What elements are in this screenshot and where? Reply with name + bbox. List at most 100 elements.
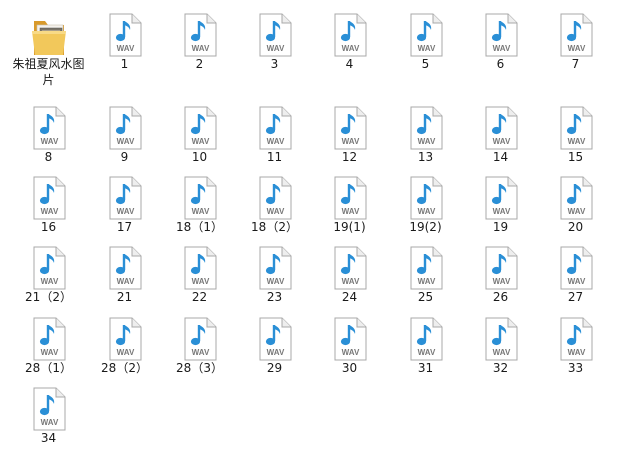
wav-audio-file-icon: WAV <box>556 11 596 59</box>
wav-badge: WAV <box>417 207 435 216</box>
file-item[interactable]: WAV 24 <box>312 238 387 310</box>
wav-audio-file-icon: WAV <box>180 315 220 363</box>
file-item[interactable]: WAV 25 <box>388 238 463 310</box>
file-label: 21（2） <box>25 290 72 304</box>
wav-badge: WAV <box>191 348 209 357</box>
file-label: 5 <box>421 57 430 71</box>
wav-audio-file-icon: WAV <box>105 11 145 59</box>
wav-badge: WAV <box>341 277 359 286</box>
file-item[interactable]: WAV 28（2） <box>87 309 162 381</box>
file-item[interactable]: WAV 32 <box>463 309 538 381</box>
file-item[interactable]: WAV 18（2） <box>237 168 312 240</box>
file-item[interactable]: WAV 33 <box>538 309 613 381</box>
wav-badge: WAV <box>40 277 58 286</box>
file-label: 28（2） <box>101 361 148 375</box>
file-item[interactable]: WAV 12 <box>312 98 387 170</box>
file-item[interactable]: WAV 21（2） <box>11 238 86 310</box>
file-item[interactable]: WAV 22 <box>162 238 237 310</box>
file-item[interactable]: WAV 30 <box>312 309 387 381</box>
folder-label: 朱祖夏风水图片 <box>12 57 85 87</box>
wav-audio-file-icon: WAV <box>406 104 446 152</box>
file-item[interactable]: WAV 28（1） <box>11 309 86 381</box>
file-item[interactable]: WAV 19(1) <box>312 168 387 240</box>
wav-badge: WAV <box>417 277 435 286</box>
file-item[interactable]: WAV 8 <box>11 98 86 170</box>
wav-badge: WAV <box>567 348 585 357</box>
file-label: 3 <box>270 57 279 71</box>
wav-audio-file-icon: WAV <box>29 315 69 363</box>
wav-badge: WAV <box>492 348 510 357</box>
wav-badge: WAV <box>116 207 134 216</box>
wav-audio-file-icon: WAV <box>556 244 596 292</box>
wav-badge: WAV <box>266 277 284 286</box>
wav-audio-file-icon: WAV <box>406 11 446 59</box>
file-item[interactable]: WAV 1 <box>87 5 162 77</box>
wav-badge: WAV <box>266 207 284 216</box>
file-item[interactable]: WAV 19 <box>463 168 538 240</box>
wav-audio-file-icon: WAV <box>481 174 521 222</box>
file-label: 33 <box>567 361 584 375</box>
folder-icon <box>29 11 69 59</box>
wav-audio-file-icon: WAV <box>255 104 295 152</box>
wav-audio-file-icon: WAV <box>330 174 370 222</box>
file-item[interactable]: WAV 3 <box>237 5 312 77</box>
file-item[interactable]: WAV 21 <box>87 238 162 310</box>
file-item[interactable]: WAV 2 <box>162 5 237 77</box>
wav-audio-file-icon: WAV <box>330 11 370 59</box>
file-item[interactable]: WAV 27 <box>538 238 613 310</box>
file-item[interactable]: WAV 26 <box>463 238 538 310</box>
wav-badge: WAV <box>492 207 510 216</box>
file-item[interactable]: WAV 14 <box>463 98 538 170</box>
wav-audio-file-icon: WAV <box>29 244 69 292</box>
file-label: 16 <box>40 220 57 234</box>
wav-audio-file-icon: WAV <box>556 104 596 152</box>
file-item[interactable]: WAV 16 <box>11 168 86 240</box>
wav-badge: WAV <box>40 348 58 357</box>
wav-audio-file-icon: WAV <box>255 11 295 59</box>
file-item[interactable]: WAV 18（1） <box>162 168 237 240</box>
file-item[interactable]: WAV 11 <box>237 98 312 170</box>
file-item[interactable]: WAV 13 <box>388 98 463 170</box>
wav-audio-file-icon: WAV <box>180 244 220 292</box>
file-item[interactable]: WAV 15 <box>538 98 613 170</box>
file-label: 13 <box>417 150 434 164</box>
file-item[interactable]: WAV 31 <box>388 309 463 381</box>
file-label: 32 <box>492 361 509 375</box>
file-label: 11 <box>266 150 283 164</box>
file-label: 8 <box>44 150 53 164</box>
file-item[interactable]: WAV 10 <box>162 98 237 170</box>
file-label: 14 <box>492 150 509 164</box>
file-item[interactable]: WAV 17 <box>87 168 162 240</box>
file-item[interactable]: WAV 9 <box>87 98 162 170</box>
file-label: 1 <box>120 57 129 71</box>
wav-audio-file-icon: WAV <box>255 244 295 292</box>
file-label: 28（3） <box>176 361 223 375</box>
wav-badge: WAV <box>492 277 510 286</box>
wav-audio-file-icon: WAV <box>556 174 596 222</box>
file-item[interactable]: WAV 7 <box>538 5 613 77</box>
wav-badge: WAV <box>492 44 510 53</box>
file-item[interactable]: WAV 29 <box>237 309 312 381</box>
wav-audio-file-icon: WAV <box>29 104 69 152</box>
file-item[interactable]: WAV 28（3） <box>162 309 237 381</box>
wav-badge: WAV <box>417 44 435 53</box>
wav-badge: WAV <box>567 277 585 286</box>
file-label: 24 <box>341 290 358 304</box>
folder-item[interactable]: 朱祖夏风水图片 <box>11 5 86 87</box>
file-label: 18（2） <box>251 220 298 234</box>
file-label: 7 <box>571 57 580 71</box>
file-item[interactable]: WAV 6 <box>463 5 538 77</box>
wav-audio-file-icon: WAV <box>105 104 145 152</box>
file-item[interactable]: WAV 5 <box>388 5 463 77</box>
file-item[interactable]: WAV 23 <box>237 238 312 310</box>
file-label: 18（1） <box>176 220 223 234</box>
wav-badge: WAV <box>341 348 359 357</box>
wav-badge: WAV <box>116 348 134 357</box>
file-item[interactable]: WAV 34 <box>11 379 86 451</box>
file-item[interactable]: WAV 4 <box>312 5 387 77</box>
file-item[interactable]: WAV 20 <box>538 168 613 240</box>
file-item[interactable]: WAV 19(2) <box>388 168 463 240</box>
file-label: 22 <box>191 290 208 304</box>
file-label: 25 <box>417 290 434 304</box>
wav-badge: WAV <box>191 277 209 286</box>
